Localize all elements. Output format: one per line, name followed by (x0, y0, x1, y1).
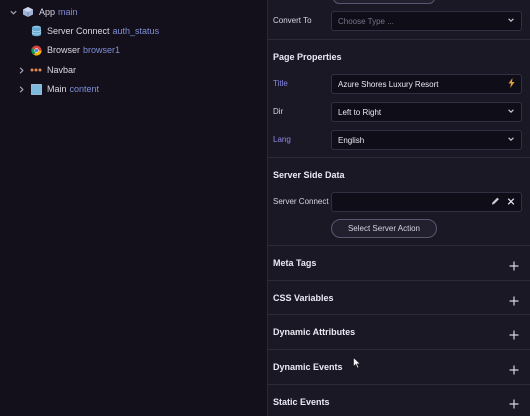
tree-item-main[interactable]: Main content (16, 80, 99, 98)
dots-icon (30, 64, 42, 76)
dynamic-events-section[interactable]: Dynamic Events (273, 362, 343, 372)
plus-icon[interactable] (509, 396, 519, 409)
section-divider (268, 314, 530, 315)
chrome-icon (30, 44, 42, 56)
plus-icon[interactable] (509, 327, 519, 340)
tree-item-sub: auth_status (112, 26, 160, 36)
plus-icon[interactable] (509, 258, 519, 271)
tree-item-app[interactable]: App main (8, 3, 78, 21)
dir-select[interactable]: Left to Right (331, 102, 522, 122)
meta-tags-section[interactable]: Meta Tags (273, 258, 316, 268)
dir-label: Dir (273, 107, 284, 116)
convert-to-label: Convert To (273, 16, 312, 25)
page-properties-title: Page Properties (273, 52, 342, 62)
chevron-down-icon (507, 135, 515, 145)
plus-icon[interactable] (509, 293, 519, 306)
tree-item-navbar[interactable]: Navbar (16, 61, 76, 79)
section-divider (268, 39, 530, 40)
css-variables-section[interactable]: CSS Variables (273, 293, 334, 303)
chevron-down-icon (507, 107, 515, 117)
server-side-data-title: Server Side Data (273, 170, 345, 180)
chevron-down-icon (507, 16, 515, 26)
title-value: Azure Shores Luxury Resort (338, 79, 439, 89)
static-events-section[interactable]: Static Events (273, 397, 330, 407)
lang-value: English (338, 135, 365, 145)
chevron-down-icon[interactable] (8, 7, 18, 17)
tree-item-browser[interactable]: Browser browser1 (30, 41, 120, 59)
plus-icon[interactable] (509, 362, 519, 375)
lang-label: Lang (273, 135, 291, 144)
tree-item-sub: content (69, 84, 100, 94)
tree-item-label: App (39, 7, 56, 17)
server-connect-input[interactable] (331, 192, 522, 212)
cube-icon (22, 6, 34, 18)
convert-to-placeholder: Choose Type ... (338, 16, 394, 26)
tree-item-label: Server Connect (47, 26, 110, 36)
title-label: Title (273, 79, 288, 88)
section-divider (268, 349, 530, 350)
square-icon (30, 83, 42, 95)
tree-item-server-connect[interactable]: Server Connect auth_status (30, 22, 159, 40)
section-divider (268, 280, 530, 281)
lightning-icon[interactable] (508, 78, 515, 90)
tree-item-label: Browser (47, 45, 81, 55)
chevron-right-icon[interactable] (16, 65, 26, 75)
tree-item-label: Navbar (47, 65, 77, 75)
convert-to-select[interactable]: Choose Type ... (331, 11, 522, 31)
select-server-action-button[interactable]: Select Server Action (331, 219, 437, 238)
lang-select[interactable]: English (331, 130, 522, 150)
section-divider (268, 384, 530, 385)
pencil-icon[interactable] (491, 197, 500, 208)
chevron-right-icon[interactable] (16, 84, 26, 94)
close-icon[interactable] (507, 197, 515, 207)
title-input[interactable]: Azure Shores Luxury Resort (331, 74, 522, 94)
section-divider (268, 157, 530, 158)
mouse-cursor-icon (353, 356, 362, 374)
dir-value: Left to Right (338, 107, 382, 117)
tree-item-sub: browser1 (83, 45, 121, 55)
top-action-button[interactable] (333, 0, 435, 4)
dynamic-attributes-section[interactable]: Dynamic Attributes (273, 327, 355, 337)
server-connect-label: Server Connect (273, 197, 329, 206)
tree-item-sub: main (58, 7, 78, 17)
database-icon (30, 25, 42, 37)
section-divider (268, 245, 530, 246)
tree-item-label: Main (47, 84, 67, 94)
